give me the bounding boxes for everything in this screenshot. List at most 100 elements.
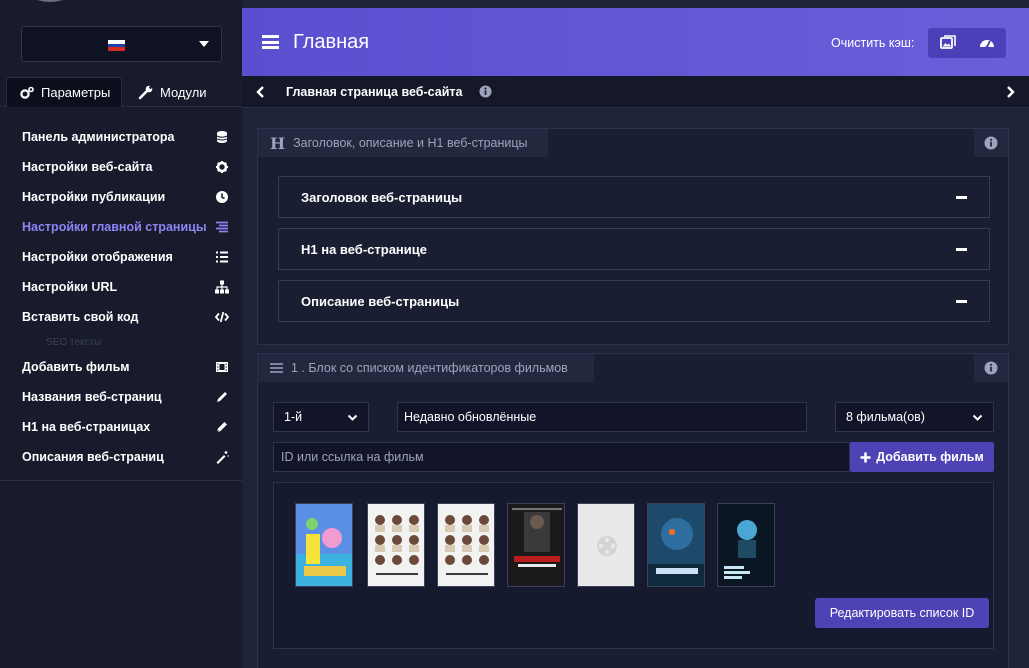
poster-nymphomaniac-1[interactable] — [367, 503, 425, 587]
poster-nymphomaniac-1-image — [368, 504, 424, 586]
sidebar-item-url-settings[interactable]: Настройки URL — [0, 272, 242, 302]
film-posters-list: Редактировать список ID — [273, 482, 994, 649]
wrench-icon — [138, 85, 153, 100]
code-icon — [215, 310, 229, 324]
sidebar-item-add-film[interactable]: Добавить фильм — [0, 352, 242, 382]
cogs-icon — [20, 86, 34, 99]
poster-john-wick-image — [508, 504, 564, 586]
film-count-select[interactable]: 8 фильма(ов) — [835, 402, 994, 432]
position-select-value: 1-й — [284, 410, 303, 424]
add-film-label: Добавить фильм — [876, 450, 984, 464]
breadcrumb-title: Главная страница веб-сайта — [286, 85, 463, 99]
bars-icon — [270, 363, 283, 373]
edit-id-list-button[interactable]: Редактировать список ID — [815, 598, 989, 628]
sidebar-item-label: Панель администратора — [22, 130, 175, 144]
sidebar-item-publication-settings[interactable]: Настройки публикации — [0, 182, 242, 212]
tachometer-icon — [979, 40, 994, 49]
seo-panel: H Заголовок, описание и H1 веб-страницы … — [257, 128, 1009, 345]
sidebar-item-homepage-settings[interactable]: Настройки главной страницы — [0, 212, 242, 242]
film-id-input[interactable]: ID или ссылка на фильм — [273, 442, 850, 472]
position-select[interactable]: 1-й — [273, 402, 369, 432]
sidebar-item-label: H1 на веб-страницах — [22, 420, 151, 434]
minus-icon — [956, 195, 967, 199]
list-icon — [215, 250, 229, 264]
russia-flag-icon — [108, 40, 125, 51]
accordion-page-title[interactable]: Заголовок веб-страницы — [278, 176, 990, 218]
films-panel-info-button[interactable] — [974, 354, 1008, 382]
block-title-value: Недавно обновлённые — [404, 410, 537, 424]
accordion-label: Описание веб-страницы — [301, 293, 460, 309]
tab-modules-label: Модули — [160, 84, 207, 100]
page-title: Главная — [293, 31, 370, 53]
pen-icon — [215, 420, 229, 434]
sidebar-item-label: Добавить фильм — [22, 360, 130, 374]
clock-icon — [215, 190, 229, 204]
sidebar-item-label: Настройки веб-сайта — [22, 160, 153, 174]
clear-cache-buttons — [928, 28, 1006, 58]
plus-icon — [860, 452, 871, 462]
info-icon — [984, 361, 998, 375]
film-id-placeholder: ID или ссылка на фильм — [281, 450, 424, 464]
sidebar-menu: Панель администратора Настройки веб-сайт… — [0, 122, 242, 481]
seo-panel-info-button[interactable] — [974, 129, 1008, 157]
sidebar-item-page-titles[interactable]: Названия веб-страниц — [0, 382, 242, 412]
sidebar-item-label: Настройки отображения — [22, 250, 173, 264]
films-panel: 1 . Блок со списком идентификаторов филь… — [257, 353, 1009, 668]
film-icon — [215, 360, 229, 374]
sidebar-menu-divider — [0, 480, 242, 481]
chevron-down-icon — [347, 414, 358, 421]
poster-android[interactable] — [647, 503, 705, 587]
sidebar-item-label: Названия веб-страниц — [22, 390, 162, 404]
gear-icon — [215, 160, 229, 174]
tab-parameters-label: Параметры — [41, 85, 111, 100]
language-select[interactable] — [21, 26, 222, 62]
caret-down-icon — [199, 41, 209, 47]
sidebar-item-display-settings[interactable]: Настройки отображения — [0, 242, 242, 272]
seo-panel-title: Заголовок, описание и H1 веб-страницы — [293, 136, 528, 150]
poster-social-dilemma[interactable] — [717, 503, 775, 587]
tab-modules[interactable]: Модули — [138, 77, 207, 107]
films-panel-title: 1 . Блок со списком идентификаторов филь… — [291, 361, 568, 375]
films-panel-header: 1 . Блок со списком идентификаторов филь… — [258, 354, 594, 382]
sidebar-item-insert-code[interactable]: Вставить свой код — [0, 302, 242, 332]
seo-section-separator: SEO тексты — [46, 336, 102, 348]
poster-android-image — [648, 504, 704, 586]
clear-cache-speed-button[interactable] — [967, 28, 1006, 58]
sidebar-item-admin-panel[interactable]: Панель администратора — [0, 122, 242, 152]
accordion-h1[interactable]: H1 на веб-странице — [278, 228, 990, 270]
add-film-button[interactable]: Добавить фильм — [850, 442, 994, 472]
tab-parameters[interactable]: Параметры — [6, 77, 122, 107]
chevron-down-icon — [972, 414, 983, 421]
avatar[interactable] — [20, 0, 80, 2]
breadcrumb: Главная страница веб-сайта — [242, 76, 1029, 108]
poster-placeholder[interactable] — [577, 503, 635, 587]
sidebar-item-label: Настройки главной страницы — [22, 220, 207, 234]
info-icon — [984, 136, 998, 150]
hamburger-menu-icon[interactable] — [262, 35, 279, 49]
sidebar: Параметры Модули Панель администратора Н… — [0, 0, 242, 668]
poster-spongebob[interactable] — [295, 503, 353, 587]
sidebar-item-website-settings[interactable]: Настройки веб-сайта — [0, 152, 242, 182]
poster-nymphomaniac-2[interactable] — [437, 503, 495, 587]
sidebar-item-h1-pages[interactable]: H1 на веб-страницах — [0, 412, 242, 442]
info-icon[interactable] — [479, 85, 492, 98]
topbar: Главная Очистить кэш: — [242, 8, 1029, 76]
edit-id-list-label: Редактировать список ID — [829, 606, 975, 620]
minus-icon — [956, 247, 967, 251]
poster-nymphomaniac-2-image — [438, 504, 494, 586]
align-right-icon — [215, 220, 229, 234]
clear-cache-label: Очистить кэш: — [831, 36, 915, 50]
block-title-input[interactable]: Недавно обновлённые — [397, 402, 807, 432]
chevron-left-icon[interactable] — [254, 85, 268, 99]
accordion-description[interactable]: Описание веб-страницы — [278, 280, 990, 322]
accordion-label: H1 на веб-странице — [301, 241, 427, 257]
sidebar-tabs: Параметры Модули — [0, 77, 242, 107]
images-icon — [939, 35, 956, 49]
magic-icon — [215, 450, 229, 464]
pencil-icon — [215, 390, 229, 404]
poster-john-wick[interactable] — [507, 503, 565, 587]
accordion-label: Заголовок веб-страницы — [301, 189, 463, 205]
chevron-right-icon[interactable] — [1003, 85, 1017, 99]
clear-image-cache-button[interactable] — [928, 28, 967, 58]
sidebar-item-page-descriptions[interactable]: Описания веб-страниц — [0, 442, 242, 472]
